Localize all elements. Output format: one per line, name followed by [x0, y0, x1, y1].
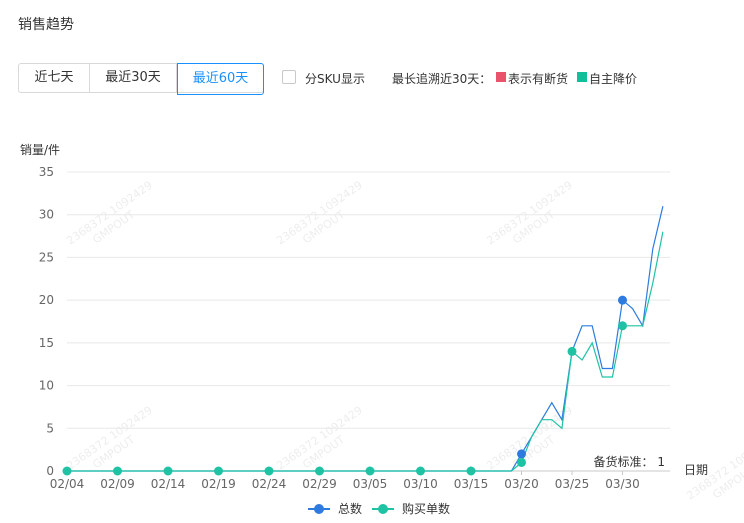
watermark: 2368372 1092429GMPOUT: [484, 179, 575, 248]
total-series-point: [618, 295, 627, 305]
orders-series-point: [264, 466, 274, 476]
x-tick-label: 02/19: [201, 477, 236, 491]
orders-series-point: [416, 466, 425, 476]
orders-series-point: [315, 466, 324, 476]
y-tick-label: 20: [39, 293, 54, 307]
watermark: 2368372 1092429GMPOUT: [274, 179, 365, 248]
sales-trend-chart: 2368372 1092429GMPOUT 2368372 1092429GMPO…: [20, 143, 744, 516]
y-tick-label: 15: [39, 336, 54, 350]
x-tick-label: 03/30: [605, 477, 640, 491]
orders-series-point: [517, 457, 526, 467]
x-tick-label: 02/14: [151, 477, 186, 491]
orders-series-point: [113, 466, 122, 476]
x-tick-label: 02/29: [302, 477, 337, 491]
y-axis-label: 销量/件: [20, 143, 60, 157]
orders-series-point: [466, 466, 476, 476]
watermark: 2368372 1092429GMPOUT: [484, 404, 575, 473]
y-tick-label: 0: [46, 464, 54, 478]
total-series-point: [517, 449, 526, 459]
legend-total-marker: [314, 504, 324, 514]
watermark: 2368372 1092429GMPOUT: [64, 179, 155, 248]
x-tick-label: 02/24: [252, 477, 287, 491]
x-axis-label: 日期: [684, 463, 708, 477]
y-tick-label: 10: [39, 379, 54, 393]
x-tick-label: 02/09: [100, 477, 135, 491]
orders-series-point: [365, 466, 375, 476]
orders-series-point: [62, 466, 72, 476]
x-tick-label: 03/25: [555, 477, 590, 491]
legend-orders-marker: [378, 504, 388, 514]
orders-series-point: [163, 466, 173, 476]
legend-total-label: 总数: [338, 501, 362, 516]
x-tick-label: 03/20: [504, 477, 539, 491]
x-tick-label: 02/04: [50, 477, 85, 491]
y-tick-label: 5: [46, 421, 54, 435]
stock-standard-note: 备货标准： 1: [594, 454, 665, 469]
y-tick-label: 35: [39, 165, 54, 179]
orders-series-point: [214, 466, 223, 476]
y-tick-label: 30: [39, 208, 54, 222]
orders-series-point: [618, 321, 627, 331]
total-series-line: [67, 206, 664, 472]
x-tick-label: 03/10: [403, 477, 438, 491]
legend-orders-label: 购买单数: [402, 501, 450, 516]
orders-series-point: [567, 346, 577, 356]
x-tick-label: 03/05: [353, 477, 388, 491]
x-tick-label: 03/15: [454, 477, 489, 491]
y-tick-label: 25: [39, 250, 54, 264]
